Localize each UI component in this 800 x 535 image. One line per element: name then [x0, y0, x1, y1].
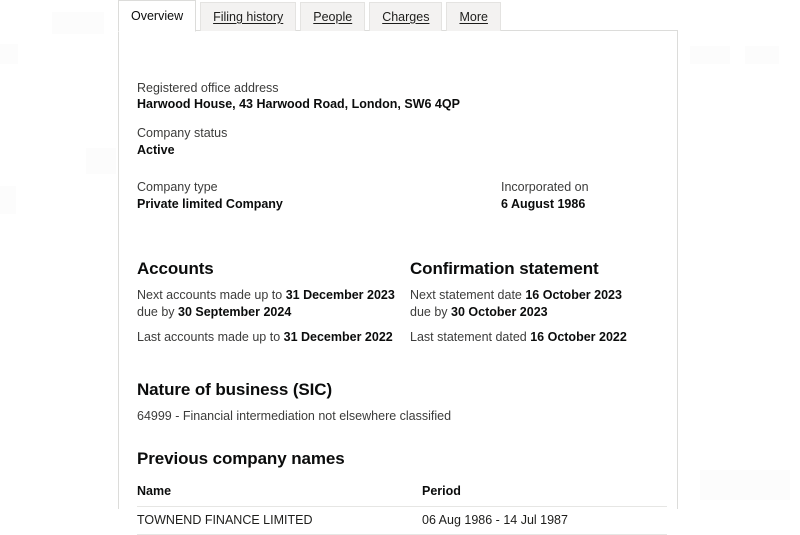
accounts-next-text: Next accounts made up to 31 December 202…	[137, 287, 395, 321]
accounts-due-prefix: due by	[137, 305, 179, 319]
registered-office-address-value: Harwood House, 43 Harwood Road, London, …	[137, 97, 460, 111]
confirmation-due-date: 30 October 2023	[451, 305, 548, 319]
cell-company-period: 06 Aug 1986 - 14 Jul 1987	[422, 513, 568, 527]
table-row: TOWNEND FINANCE LIMITED 06 Aug 1986 - 14…	[137, 507, 667, 535]
tab-filing-history[interactable]: Filing history	[200, 2, 297, 31]
company-type-label: Company type	[137, 180, 218, 194]
table-header-row: Name Period	[137, 481, 667, 507]
background-blotch	[700, 470, 790, 500]
accounts-due-date: 30 September 2024	[178, 305, 292, 319]
background-blotch	[690, 46, 730, 64]
confirmation-statement-heading: Confirmation statement	[410, 259, 599, 278]
company-status-label: Company status	[137, 126, 228, 140]
accounts-next-prefix: Next accounts made up to	[137, 288, 286, 302]
accounts-last-date: 31 December 2022	[283, 330, 393, 344]
accounts-last-text: Last accounts made up to 31 December 202…	[137, 329, 393, 346]
confirmation-last-date: 16 October 2022	[530, 330, 627, 344]
tab-charges[interactable]: Charges	[369, 2, 443, 31]
overview-panel: Registered office address Harwood House,…	[118, 30, 678, 535]
tab-more-label: More	[459, 9, 488, 24]
incorporated-on-label: Incorporated on	[501, 180, 589, 194]
tab-people-label: People	[313, 9, 353, 24]
accounts-last-prefix: Last accounts made up to	[137, 330, 284, 344]
column-header-name: Name	[137, 484, 172, 498]
background-blotch	[0, 186, 16, 214]
tab-charges-label: Charges	[382, 9, 430, 24]
confirmation-next-date: 16 October 2023	[525, 288, 622, 302]
background-blotch	[52, 12, 104, 34]
registered-office-address-label: Registered office address	[137, 81, 279, 95]
company-tabs: Overview Filing history People Charges M…	[118, 0, 505, 32]
accounts-heading: Accounts	[137, 259, 214, 278]
cell-company-name: TOWNEND FINANCE LIMITED	[137, 513, 313, 527]
company-type-value: Private limited Company	[137, 197, 283, 211]
previous-company-names-heading: Previous company names	[137, 449, 345, 468]
confirmation-last-prefix: Last statement dated	[410, 330, 531, 344]
tab-overview-label: Overview	[131, 8, 184, 23]
confirmation-last-text: Last statement dated 16 October 2022	[410, 329, 627, 346]
tab-more[interactable]: More	[446, 2, 501, 31]
background-blotch	[745, 46, 779, 64]
tab-people[interactable]: People	[300, 2, 366, 31]
tab-overview[interactable]: Overview	[118, 0, 197, 32]
incorporated-on-value: 6 August 1986	[501, 197, 586, 211]
confirmation-next-text: Next statement date 16 October 2023 due …	[410, 287, 622, 321]
accounts-next-date: 31 December 2023	[285, 288, 395, 302]
nature-of-business-heading: Nature of business (SIC)	[137, 380, 333, 399]
background-blotch	[0, 44, 18, 64]
confirmation-next-prefix: Next statement date	[410, 288, 526, 302]
background-blotch	[86, 148, 116, 174]
column-header-period: Period	[422, 484, 461, 498]
confirmation-due-prefix: due by	[410, 305, 452, 319]
sic-code-description: 64999 - Financial intermediation not els…	[137, 409, 452, 423]
tab-filing-history-label: Filing history	[213, 9, 284, 24]
company-status-value: Active	[137, 143, 175, 157]
previous-company-names-table: Name Period TOWNEND FINANCE LIMITED 06 A…	[137, 481, 667, 535]
